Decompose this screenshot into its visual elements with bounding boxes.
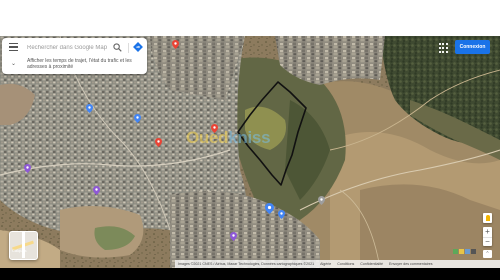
collapse-icon[interactable]: ⌃ xyxy=(483,250,492,258)
map-pin-icon[interactable] xyxy=(134,114,141,123)
feedback-link[interactable]: Envoyer des commentaires xyxy=(389,262,433,266)
layers-label: Calques xyxy=(12,248,27,253)
imagery-swatch xyxy=(465,248,470,254)
layers-button[interactable] xyxy=(9,231,38,260)
map-pin-icon[interactable] xyxy=(265,203,274,214)
signin-button[interactable]: Connexion xyxy=(455,40,490,54)
imagery-toggle[interactable] xyxy=(453,247,480,255)
map-footer: Images ©2021 CNES / Airbus, Maxar Techno… xyxy=(175,260,500,268)
attribution-text: Images ©2021 CNES / Airbus, Maxar Techno… xyxy=(178,262,315,266)
nearby-hint[interactable]: ⌄ Afficher les temps de trajet, l'état d… xyxy=(2,58,147,74)
search-panel: ⌄ Afficher les temps de trajet, l'état d… xyxy=(2,38,147,74)
top-blank-area xyxy=(0,0,500,36)
chevron-down-icon: ⌄ xyxy=(11,61,17,67)
site-watermark: Ouedkniss xyxy=(186,128,271,147)
layers-thumbnail-road xyxy=(22,232,25,258)
privacy-link[interactable]: Confidentialité xyxy=(360,262,383,266)
map-pin-icon[interactable] xyxy=(172,40,179,49)
search-input[interactable] xyxy=(27,40,107,56)
zoom-out-button[interactable]: − xyxy=(483,238,492,248)
zoom-in-button[interactable]: + xyxy=(483,227,492,237)
map-pin-icon[interactable] xyxy=(318,196,325,205)
map-pin-icon[interactable] xyxy=(86,104,93,113)
map-pin-icon[interactable] xyxy=(93,186,100,195)
search-icon[interactable] xyxy=(113,43,122,52)
imagery-swatch xyxy=(453,248,458,254)
country-label[interactable]: Algérie xyxy=(320,262,331,266)
map-pin-icon[interactable] xyxy=(211,124,218,133)
map-pin-icon[interactable] xyxy=(24,164,31,173)
map-pin-icon[interactable] xyxy=(230,232,237,241)
terms-link[interactable]: Conditions xyxy=(337,262,354,266)
apps-grid-icon[interactable] xyxy=(439,43,449,53)
nearby-hint-text: Afficher les temps de trajet, l'état du … xyxy=(27,58,132,70)
directions-icon[interactable] xyxy=(133,42,143,52)
imagery-swatch xyxy=(459,248,464,254)
imagery-swatch xyxy=(471,248,476,254)
map-pin-icon[interactable] xyxy=(155,138,162,147)
zoom-control: + − xyxy=(483,227,492,246)
street-view-icon[interactable] xyxy=(483,213,492,223)
menu-icon[interactable] xyxy=(9,43,18,51)
search-bar xyxy=(2,40,147,56)
search-divider xyxy=(128,43,129,53)
map-pin-icon[interactable] xyxy=(278,210,285,219)
